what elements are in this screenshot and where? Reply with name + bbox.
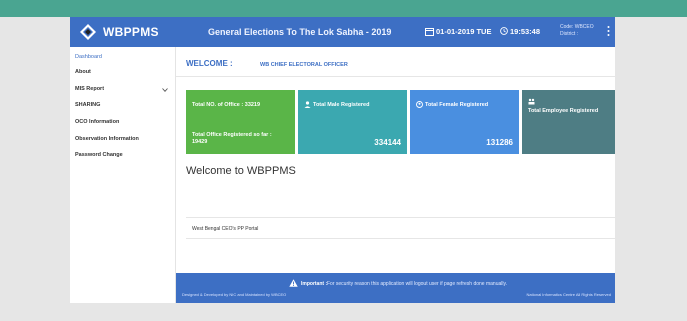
portal-info-panel: West Bengal CEO's PP Portal (186, 217, 615, 239)
portal-description: West Bengal CEO's PP Portal (192, 226, 259, 232)
welcome-user-name: WB CHIEF ELECTORAL OFFICER (260, 62, 348, 68)
header-bar: WBPPMS General Elections To The Lok Sabh… (70, 17, 615, 47)
sidebar-item-oco-information[interactable]: OCO Information (75, 119, 119, 125)
chevron-down-icon[interactable] (162, 88, 168, 92)
welcome-bar: WELCOME : WB CHIEF ELECTORAL OFFICER (176, 47, 615, 77)
user-district: District : (560, 31, 579, 37)
sidebar-item-dashboard[interactable]: Dashboard (75, 54, 102, 60)
developer-credit: Designed & Developed by NIC and Maintain… (182, 292, 287, 297)
sidebar-item-password-change[interactable]: Password Change (75, 152, 123, 158)
time-display: 19:53:48 (510, 27, 541, 36)
male-card-title: Total Male Registered (313, 102, 370, 108)
female-stat-card[interactable]: Total Female Registered 131286 (410, 90, 519, 154)
warning-icon (289, 279, 298, 287)
copyright-notice: National Informatics Centre All Rights R… (526, 292, 611, 297)
employee-stat-card[interactable]: Total Employee Registered 4654 (522, 90, 615, 154)
ballot-logo-icon (80, 24, 96, 40)
female-card-value: 131286 (486, 138, 513, 147)
user-code: Code: WBCEO (560, 24, 594, 30)
employees-group-icon (528, 98, 535, 105)
sidebar-item-about[interactable]: About (75, 69, 91, 75)
main-content: WELCOME : WB CHIEF ELECTORAL OFFICER Tot… (176, 47, 615, 303)
sidebar-item-observation-information[interactable]: Observation Information (75, 136, 139, 142)
office-stat-card[interactable]: Total NO. of Office : 33219 Total Office… (186, 90, 295, 154)
female-card-title: Total Female Registered (425, 102, 489, 108)
office-card-subtitle: Total Office Registered so far : 19429 (192, 132, 272, 145)
male-stat-card[interactable]: Total Male Registered 334144 (298, 90, 407, 154)
brand-name[interactable]: WBPPMS (103, 25, 159, 39)
user-code-info: Code: WBCEO District : (560, 24, 594, 38)
welcome-label: WELCOME : (186, 59, 233, 68)
office-card-title: Total NO. of Office : 33219 (192, 102, 261, 108)
page-title: General Elections To The Lok Sabha - 201… (208, 27, 392, 37)
sidebar-item-sharing[interactable]: SHARING (75, 102, 100, 108)
sidebar-item-mis-report[interactable]: MIS Report (75, 86, 104, 92)
footer-bar: Important : For security reason this app… (176, 273, 615, 303)
date-display: 01-01-2019 TUE (436, 27, 492, 36)
sidebar: Dashboard About MIS Report SHARING OCO I… (70, 47, 176, 303)
app-window: WBPPMS General Elections To The Lok Sabh… (70, 17, 615, 303)
employee-card-title: Total Employee Registered (528, 108, 599, 114)
female-user-icon (416, 101, 423, 108)
calendar-icon (425, 28, 434, 36)
clock-icon (500, 27, 508, 35)
important-label: Important : (301, 281, 328, 287)
male-card-value: 334144 (374, 138, 401, 147)
more-menu-icon[interactable] (607, 25, 610, 37)
top-band (0, 0, 687, 17)
logout-notice: For security reason this application wil… (327, 281, 507, 287)
male-user-icon (304, 101, 311, 108)
welcome-heading: Welcome to WBPPMS (186, 165, 296, 177)
